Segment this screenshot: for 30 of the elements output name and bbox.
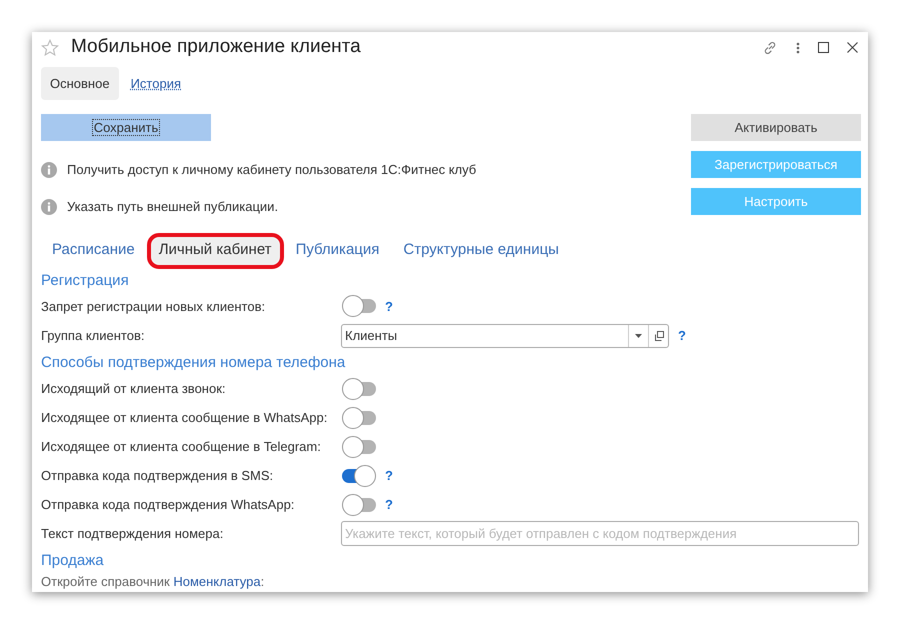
window-title: Мобильное приложение клиента — [71, 35, 361, 60]
field-label: Отправка кода подтверждения в SMS: — [41, 468, 274, 484]
hint-text: Откройте справочник Номенклатура: — [41, 573, 264, 592]
field-label: Текст подтверждения номера: — [41, 526, 224, 542]
select-field[interactable]: Клиенты — [341, 324, 669, 348]
section-tab[interactable]: Структурные единицы — [395, 236, 567, 264]
field-label: Запрет регистрации новых клиентов: — [41, 298, 266, 314]
section-tab[interactable]: Публикация — [288, 236, 388, 264]
save-button[interactable]: Сохранить — [41, 114, 211, 142]
action-button[interactable]: Активировать — [691, 114, 861, 142]
help-icon[interactable]: ? — [385, 495, 393, 515]
help-icon[interactable]: ? — [385, 466, 393, 486]
section-heading: Продажа — [41, 551, 105, 572]
tab[interactable]: Основное — [41, 67, 119, 100]
field-label: Группа клиентов: — [41, 328, 144, 343]
help-icon[interactable]: ? — [385, 296, 393, 316]
section-tab[interactable]: Личный кабинет — [150, 236, 280, 264]
field-label: Отправка кода подтверждения WhatsApp: — [41, 497, 294, 512]
info-text: Указать путь внешней публикации. — [67, 198, 278, 216]
tab[interactable]: История — [122, 67, 190, 100]
field-label: Исходящий от клиента звонок: — [41, 380, 226, 396]
text-field[interactable]: Укажите текст, который будет отправлен с кодом подтверждения — [341, 521, 859, 546]
section-heading: Способы подтверждения номера телефона — [41, 353, 346, 374]
info-text: Получить доступ к личному кабинету пользователя 1С:Фитнес клуб — [67, 160, 476, 179]
field-label: Исходящее от клиента сообщение в WhatsApp: — [41, 410, 328, 425]
field-label: Исходящее от клиента сообщение в Telegram: — [41, 438, 321, 454]
help-icon[interactable]: ? — [678, 326, 686, 346]
section-heading: Регистрация — [41, 270, 130, 291]
section-tab[interactable]: Расписание — [44, 236, 143, 264]
link[interactable]: Номенклатура — [173, 574, 261, 590]
